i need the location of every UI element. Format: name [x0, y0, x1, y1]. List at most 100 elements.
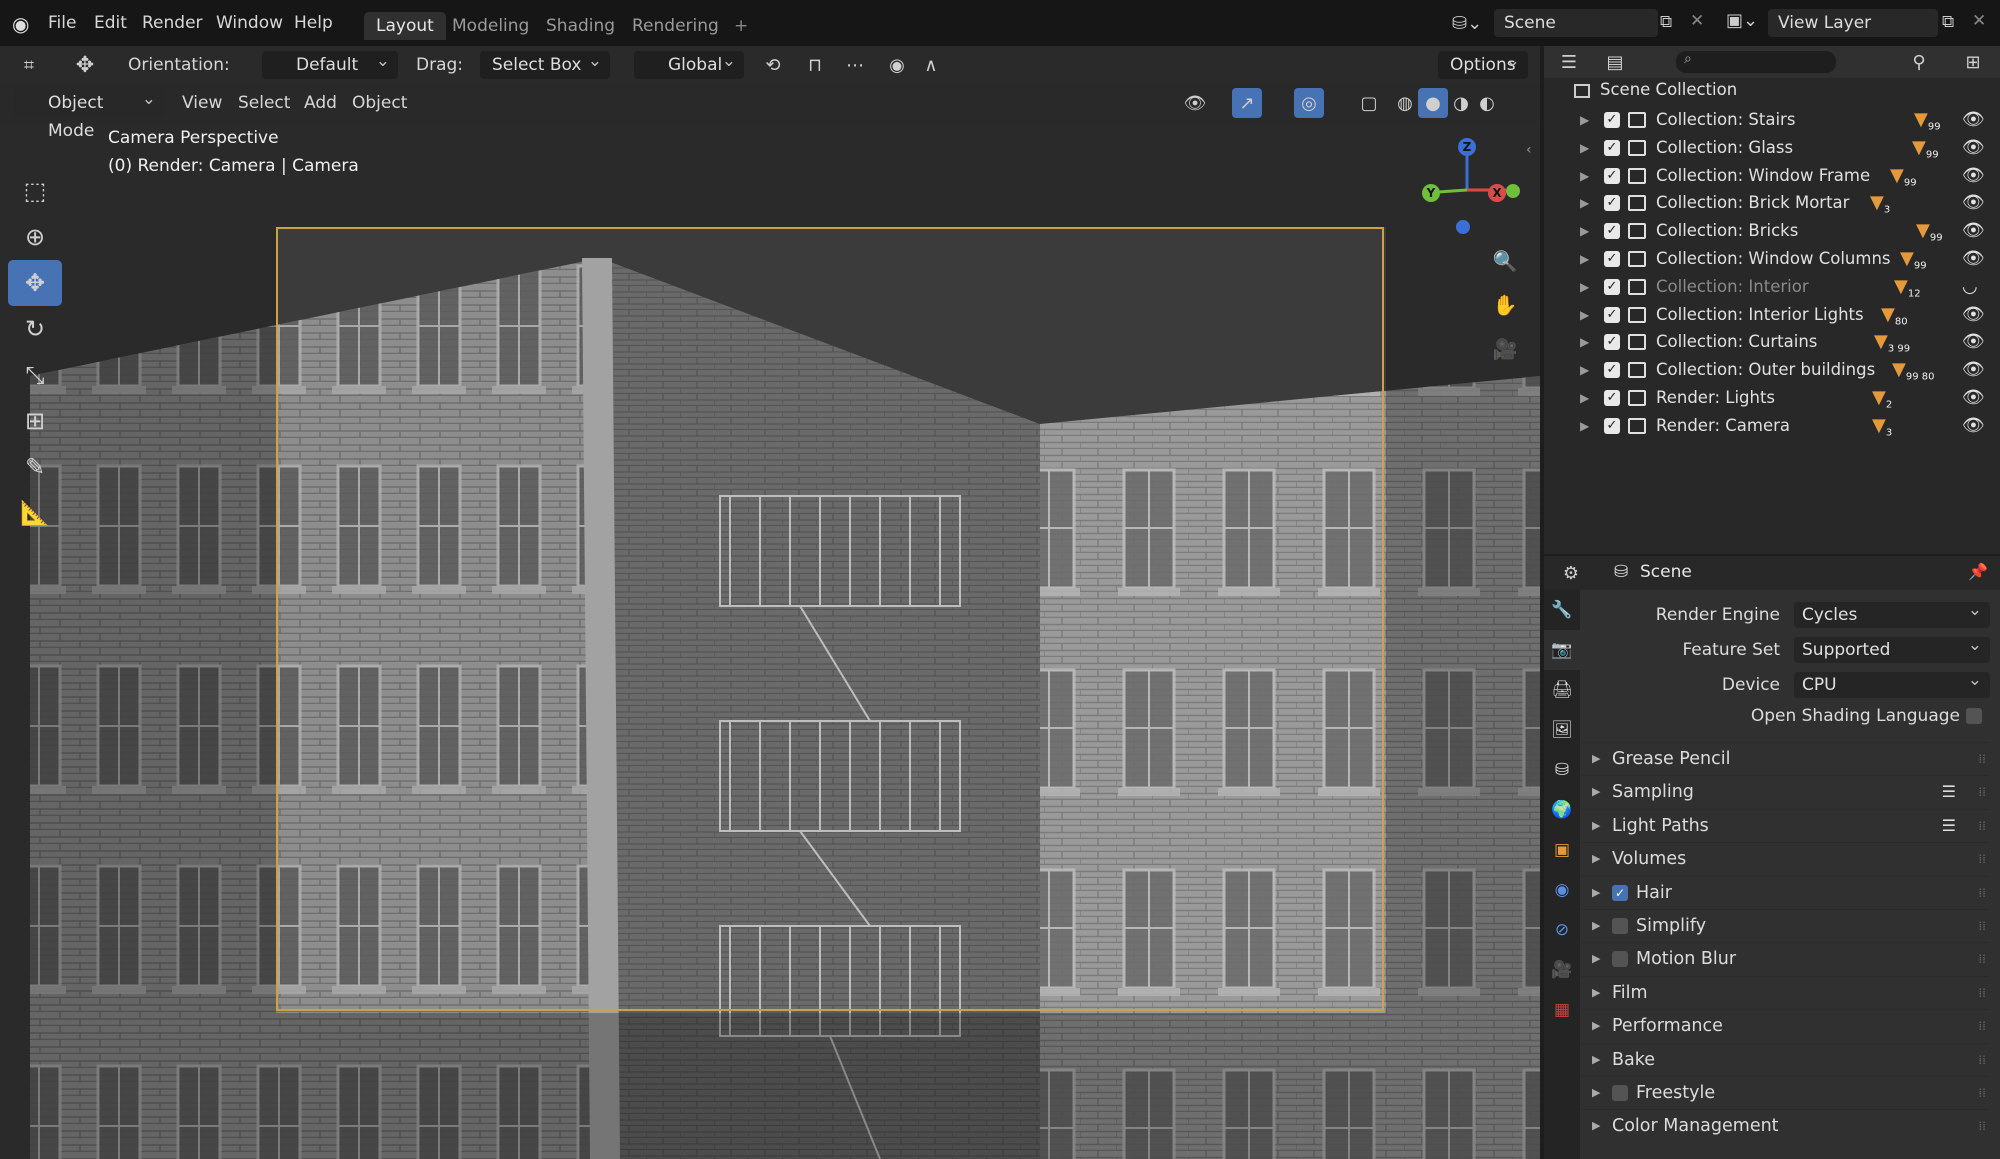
cursor-tool-icon[interactable]: ⊕: [8, 214, 62, 260]
options-dropdown[interactable]: Options: [1438, 47, 1528, 79]
menu-select[interactable]: Select: [238, 89, 290, 117]
solid-shading-icon[interactable]: ●: [1418, 88, 1448, 118]
orientation-dropdown[interactable]: Default: [262, 47, 398, 79]
drag-grip-icon[interactable]: ⁞⁞: [1978, 977, 1986, 1009]
editor-type-icon[interactable]: ⌗: [14, 50, 44, 80]
new-view-layer-icon[interactable]: ⧉: [1942, 12, 1954, 32]
menu-render[interactable]: Render: [132, 0, 213, 46]
annotate-tool-icon[interactable]: ✎: [8, 444, 62, 490]
device-dropdown[interactable]: CPU: [1794, 667, 1990, 698]
visibility-eye-icon[interactable]: 👁: [1962, 162, 1985, 190]
delete-view-layer-icon[interactable]: ✕: [1972, 11, 1986, 31]
exclude-checkbox[interactable]: ✓: [1604, 195, 1620, 212]
exclude-checkbox[interactable]: ✓: [1604, 139, 1620, 156]
exclude-checkbox[interactable]: ✓: [1604, 390, 1620, 406]
panel-expand-icon[interactable]: ▶: [1592, 776, 1600, 808]
exclude-checkbox[interactable]: ✓: [1604, 417, 1620, 434]
panel-enable-checkbox[interactable]: [1612, 951, 1628, 968]
panel-expand-icon[interactable]: ▶: [1592, 1044, 1600, 1076]
drag-grip-icon[interactable]: ⁞⁞: [1978, 810, 1986, 842]
panel-header[interactable]: ▶ Color Management ⁞⁞: [1582, 1109, 1990, 1141]
zoom-icon[interactable]: 🔍: [1490, 246, 1520, 276]
drag-grip-icon[interactable]: ⁞⁞: [1978, 743, 1986, 775]
visibility-eye-icon[interactable]: 👁: [1962, 189, 1985, 217]
snap-icon[interactable]: ⊓: [800, 50, 830, 80]
expand-arrow-icon[interactable]: ▶: [1580, 189, 1589, 217]
output-tab-icon[interactable]: 🖨: [1544, 670, 1580, 710]
drag-dropdown[interactable]: Select Box: [480, 47, 610, 79]
physics-tab-icon[interactable]: ◉: [1544, 870, 1580, 910]
collection-label[interactable]: Collection: Glass: [1656, 134, 1793, 162]
tab-layout[interactable]: Layout: [364, 12, 446, 40]
gizmo-z-axis[interactable]: Z: [1458, 138, 1476, 156]
xray-icon[interactable]: ▢: [1354, 88, 1384, 118]
collection-label[interactable]: Collection: Outer buildings: [1656, 356, 1875, 384]
menu-view[interactable]: View: [182, 89, 222, 117]
feature-set-dropdown[interactable]: Supported: [1794, 632, 1990, 663]
panel-enable-checkbox[interactable]: ✓: [1612, 884, 1628, 901]
visibility-eye-icon[interactable]: ◡: [1962, 273, 1978, 301]
gizmo-y-axis[interactable]: Y: [1422, 184, 1440, 202]
blender-logo-icon[interactable]: ◉: [12, 12, 36, 36]
visibility-eye-icon[interactable]: 👁: [1962, 384, 1985, 412]
world-tab-icon[interactable]: 🌍: [1544, 790, 1580, 830]
new-collection-icon[interactable]: ⊞: [1958, 47, 1988, 77]
presets-list-icon[interactable]: ☰: [1942, 810, 1956, 842]
proportional-edit-icon[interactable]: ◉: [882, 50, 912, 80]
exclude-checkbox[interactable]: ✓: [1604, 251, 1620, 267]
outliner-row[interactable]: ▶ ✓ Collection: Stairs ▼99 👁: [1544, 106, 2000, 134]
pivot-point-icon[interactable]: ⟲: [758, 50, 788, 80]
drag-grip-icon[interactable]: ⁞⁞: [1978, 843, 1986, 875]
pin-icon[interactable]: 📌: [1968, 562, 1988, 581]
menu-add[interactable]: Add: [304, 89, 337, 117]
texture-tab-icon[interactable]: ▦: [1544, 990, 1580, 1030]
expand-arrow-icon[interactable]: ▶: [1580, 134, 1589, 162]
expand-arrow-icon[interactable]: ▶: [1580, 162, 1589, 190]
visibility-eye-icon[interactable]: 👁: [1962, 356, 1985, 384]
constraints-tab-icon[interactable]: ⊘: [1544, 910, 1580, 950]
outliner-row[interactable]: ▶ ✓ Collection: Brick Mortar ▼3 👁: [1544, 189, 2000, 217]
expand-arrow-icon[interactable]: ▶: [1580, 356, 1589, 384]
drag-grip-icon[interactable]: ⁞⁞: [1978, 910, 1986, 942]
exclude-checkbox[interactable]: ✓: [1604, 223, 1620, 240]
new-scene-icon[interactable]: ⧉: [1660, 12, 1672, 32]
panel-expand-icon[interactable]: ▶: [1592, 1077, 1600, 1109]
3d-viewport[interactable]: ⌗ ✥ Orientation: Default Drag: Select Bo…: [0, 46, 1540, 1159]
tab-rendering[interactable]: Rendering: [620, 12, 731, 40]
collection-label[interactable]: Collection: Window Columns: [1656, 245, 1891, 273]
expand-arrow-icon[interactable]: ▶: [1580, 328, 1589, 356]
collection-label[interactable]: Collection: Interior: [1656, 273, 1809, 301]
panel-header[interactable]: ▶ Freestyle ⁞⁞: [1582, 1076, 1990, 1108]
drag-grip-icon[interactable]: ⁞⁞: [1978, 1077, 1986, 1109]
properties-editor-icon[interactable]: ⚙: [1556, 558, 1586, 588]
drag-grip-icon[interactable]: ⁞⁞: [1978, 776, 1986, 808]
object-tab-icon[interactable]: ▣: [1544, 830, 1580, 870]
visibility-icon[interactable]: 👁: [1180, 88, 1210, 118]
outliner-row[interactable]: ▶ ✓ Collection: Interior ▼12 ◡: [1544, 273, 2000, 301]
expand-arrow-icon[interactable]: ▶: [1580, 301, 1589, 329]
exclude-checkbox[interactable]: ✓: [1604, 334, 1620, 351]
scene-collection-label[interactable]: Scene Collection: [1600, 80, 1737, 99]
pan-hand-icon[interactable]: ✋: [1490, 290, 1520, 320]
menu-edit[interactable]: Edit: [84, 0, 137, 46]
panel-header[interactable]: ▶ Sampling ☰ ⁞⁞: [1582, 775, 1990, 807]
view-layer-selector-icon[interactable]: ▣⌄: [1726, 10, 1758, 31]
visibility-eye-icon[interactable]: 👁: [1962, 328, 1985, 356]
exclude-checkbox[interactable]: ✓: [1604, 278, 1620, 295]
drag-grip-icon[interactable]: ⁞⁞: [1978, 1010, 1986, 1042]
collection-label[interactable]: Collection: Stairs: [1656, 106, 1795, 134]
collection-label[interactable]: Collection: Bricks: [1656, 217, 1798, 245]
expand-arrow-icon[interactable]: ▶: [1580, 217, 1589, 245]
panel-expand-icon[interactable]: ▶: [1592, 977, 1600, 1009]
panel-header[interactable]: ▶ Performance ⁞⁞: [1582, 1009, 1990, 1041]
drag-grip-icon[interactable]: ⁞⁞: [1978, 1110, 1986, 1142]
panel-header[interactable]: ▶ Motion Blur ⁞⁞: [1582, 942, 1990, 974]
expand-arrow-icon[interactable]: ▶: [1580, 245, 1589, 273]
panel-expand-icon[interactable]: ▶: [1592, 877, 1600, 909]
exclude-checkbox[interactable]: ✓: [1604, 112, 1620, 128]
panel-expand-icon[interactable]: ▶: [1592, 1010, 1600, 1042]
visibility-eye-icon[interactable]: 👁: [1962, 134, 1985, 162]
panel-header[interactable]: ▶ ✓ Hair ⁞⁞: [1582, 875, 1990, 909]
expand-arrow-icon[interactable]: ▶: [1580, 384, 1589, 412]
scale-tool-icon[interactable]: ⤡: [8, 352, 62, 398]
